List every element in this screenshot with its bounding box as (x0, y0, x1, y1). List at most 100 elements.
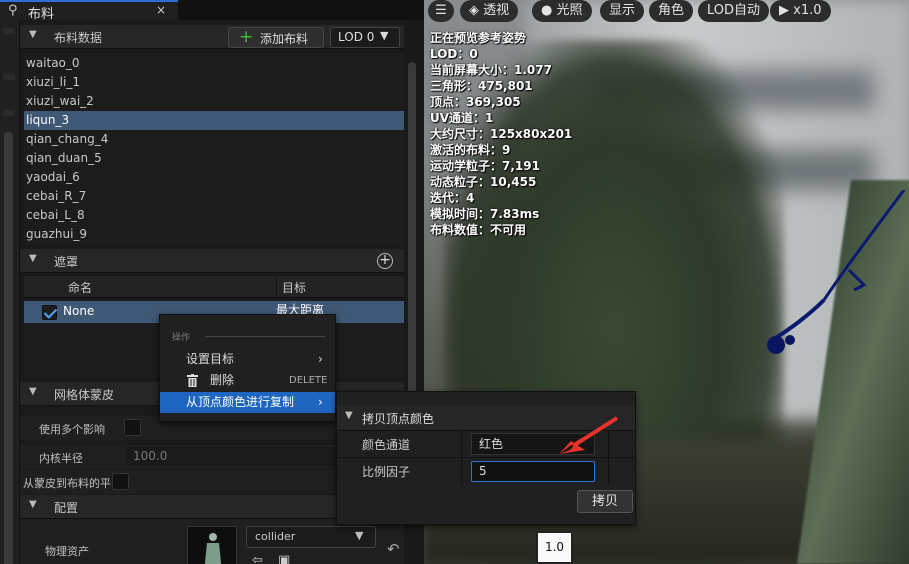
chevron-right-icon: › (318, 395, 323, 409)
reset-icon[interactable]: ↶ (387, 540, 400, 558)
list-item[interactable]: xiuzi_li_1 (24, 73, 404, 92)
close-icon[interactable]: × (156, 3, 166, 17)
use-multiple-checkbox[interactable] (124, 419, 141, 436)
physics-asset-value: collider (255, 530, 296, 543)
red-arrow-annotation (559, 416, 619, 454)
play-icon: ▶ (779, 3, 794, 18)
folder-icon[interactable]: ▣ (278, 553, 290, 564)
chevron-down-icon[interactable]: ▼ (29, 29, 37, 40)
sphere-icon: ● (541, 3, 557, 18)
tab-bar: ⚲ 布料 × (0, 0, 424, 22)
stat-line: 布料数值：不可用 (430, 223, 527, 237)
chevron-down-icon: ▼ (380, 29, 389, 42)
copy-button[interactable]: 拷贝 (577, 490, 633, 513)
scrollbar-thumb[interactable] (408, 62, 416, 408)
trash-icon (187, 374, 198, 387)
tab-title: 布料 (28, 7, 55, 22)
stat-line: UV通道：1 (430, 111, 494, 125)
list-item[interactable]: qian_chang_4 (24, 130, 404, 149)
skin-to-cloth-label: 从蒙皮到布料的平 (23, 477, 111, 490)
column-divider[interactable] (276, 276, 277, 298)
list-item[interactable]: yaodai_6 (24, 168, 404, 187)
menu-item-shortcut: DELETE (289, 375, 328, 386)
stat-line: 模拟时间：7.83ms (430, 207, 540, 221)
tab-cloth[interactable]: ⚲ 布料 × (0, 0, 178, 22)
inner-radius-label: 内核半径 (39, 452, 83, 465)
list-item[interactable]: cebai_R_7 (24, 187, 404, 206)
menu-item-label: 从顶点颜色进行复制 (186, 395, 295, 409)
skin-to-cloth-checkbox[interactable] (112, 473, 129, 490)
physics-asset-thumbnail[interactable] (187, 526, 237, 564)
list-item[interactable]: guazhui_9 (24, 225, 404, 244)
menu-item-set-target[interactable]: 设置目标 › (160, 349, 335, 370)
list-item[interactable]: qian_duan_5 (24, 149, 404, 168)
menu-item-delete[interactable]: 删除 DELETE (160, 370, 335, 391)
chevron-down-icon[interactable]: ▼ (29, 386, 37, 397)
menu-divider (205, 336, 325, 337)
perspective-label: 透视 (483, 3, 510, 18)
show-button[interactable]: 显示 (600, 0, 645, 22)
menu-item-label: 删除 (210, 373, 235, 387)
section-title: 配置 (54, 501, 79, 515)
side-handle (3, 110, 15, 116)
add-cloth-label: 添加布料 (260, 32, 309, 46)
cloth-list: waitao_0 xiuzi_li_1 xiuzi_wai_2 liqun_3 … (24, 54, 404, 244)
list-item[interactable]: cebai_L_8 (24, 206, 404, 225)
use-multiple-label: 使用多个影响 (39, 423, 105, 436)
playback-speed-button[interactable]: ▶ x1.0 (770, 0, 831, 22)
list-item[interactable]: waitao_0 (24, 54, 404, 73)
character-button[interactable]: 角色 (649, 0, 694, 22)
panel-title: 拷贝顶点颜色 (362, 412, 435, 426)
inner-radius-input[interactable]: 100.0 (126, 447, 346, 466)
add-mask-icon[interactable]: + (377, 253, 393, 269)
lod-select[interactable]: LOD 0 ▼ (330, 27, 400, 48)
physics-asset-select[interactable]: collider ▼ (246, 526, 376, 548)
side-handle (3, 74, 15, 80)
stat-line: 运动学粒子：7,191 (430, 159, 540, 173)
viewport-menu-button[interactable]: ☰ (428, 0, 454, 22)
scale-factor-label: 比例因子 (362, 465, 411, 479)
perspective-button[interactable]: ◈ 透视 (460, 0, 519, 22)
menu-section-label: 操作 (172, 333, 191, 343)
stat-line: 大约尺寸：125x80x201 (430, 127, 573, 141)
list-item-selected[interactable]: liqun_3 (24, 111, 404, 130)
section-title: 遮罩 (54, 255, 79, 269)
stat-line: 正在预览参考姿势 (430, 31, 527, 45)
stat-line: 迭代：4 (430, 191, 475, 205)
stat-line: 当前屏幕大小：1.077 (430, 63, 552, 77)
mask-header[interactable]: ▼ 遮罩 (20, 249, 404, 273)
list-item[interactable]: xiuzi_wai_2 (24, 92, 404, 111)
context-menu: 操作 设置目标 › 删除 DELETE 从顶点颜色进行复制 › (159, 314, 336, 422)
side-handle (3, 28, 15, 34)
chevron-right-icon: › (318, 352, 323, 366)
stat-line: 顶点：369,305 (430, 95, 521, 109)
lighting-button[interactable]: ● 光照 (532, 0, 592, 22)
scale-factor-input[interactable]: 5 (471, 461, 595, 482)
stat-line: LOD：0 (430, 47, 478, 61)
row-divider (608, 458, 609, 484)
plus-icon: + (239, 27, 254, 47)
color-channel-label: 颜色通道 (362, 438, 411, 452)
browse-back-icon[interactable]: ⇦ (252, 553, 263, 564)
mask-enabled-checkbox[interactable] (42, 305, 57, 320)
lighting-label: 光照 (556, 3, 583, 18)
menu-item-copy-from-vertex-color[interactable]: 从顶点颜色进行复制 › (160, 392, 335, 413)
lod-auto-button[interactable]: LOD自动 (698, 0, 770, 22)
side-strip (0, 20, 20, 564)
add-cloth-button[interactable]: + 添加布料 (228, 27, 324, 48)
chevron-down-icon[interactable]: ▼ (29, 253, 37, 264)
playback-speed-label: x1.0 (793, 3, 822, 18)
mask-table-header: 命名 目标 (24, 276, 404, 298)
menu-item-label: 设置目标 (186, 352, 235, 366)
row-divider (461, 458, 462, 484)
side-scrollbar-thumb[interactable] (4, 132, 13, 564)
chevron-down-icon[interactable]: ▼ (29, 499, 37, 510)
column-target[interactable]: 目标 (282, 279, 306, 296)
stat-line: 激活的布料：9 (430, 143, 511, 157)
row-divider (461, 431, 462, 457)
column-name[interactable]: 命名 (68, 279, 92, 296)
physics-asset-label: 物理资产 (45, 545, 89, 558)
figure-thumbnail-icon (204, 533, 222, 564)
zoom-badge: 1.0 (536, 531, 573, 564)
chevron-down-icon[interactable]: ▼ (345, 410, 353, 421)
